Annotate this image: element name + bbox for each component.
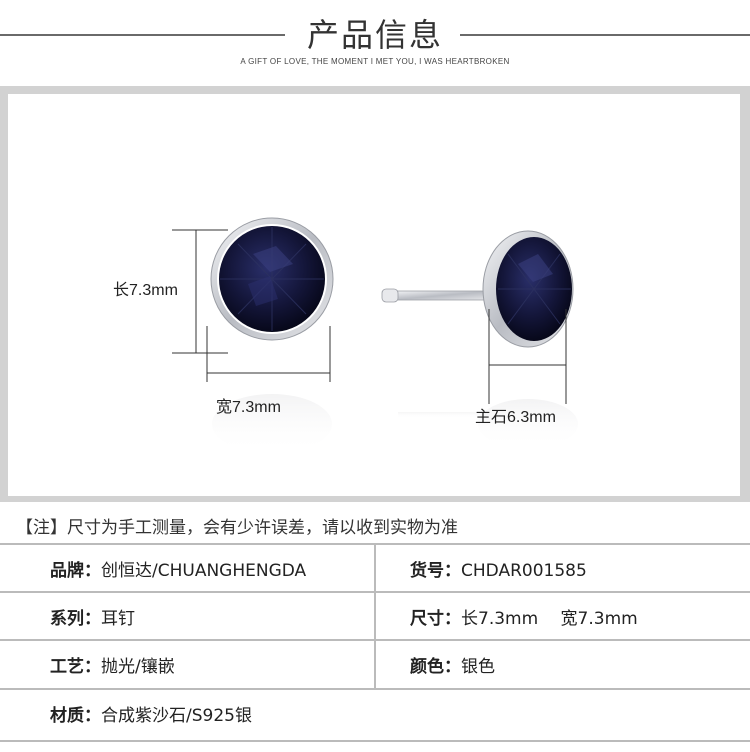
spec-craft-value: 抛光/镶嵌 — [101, 657, 175, 677]
spec-craft-key: 工艺： — [50, 657, 101, 677]
length-dimension-label: 长7.3mm — [113, 282, 178, 299]
stone-dimension-label: 主石6.3mm — [475, 409, 556, 426]
spec-color-value: 银色 — [461, 657, 495, 677]
spec-brand: 品牌：创恒达/CHUANGHENGDA — [50, 556, 306, 581]
spec-bottom-border — [0, 740, 750, 742]
spec-color: 颜色：银色 — [410, 652, 495, 677]
measurement-note: 【注】尺寸为手工测量，会有少许误差，请以收到实物为准 — [16, 518, 458, 538]
spec-material-value: 合成紫沙石/S925银 — [101, 706, 252, 726]
spec-brand-key: 品牌： — [50, 561, 101, 581]
spec-sku: 货号：CHDAR001585 — [410, 556, 587, 581]
spec-size: 尺寸：长7.3mm 宽7.3mm — [410, 604, 638, 629]
header-line-right — [460, 34, 750, 36]
width-dimension-label: 宽7.3mm — [216, 399, 281, 416]
spec-material-key: 材质： — [50, 706, 101, 726]
spec-sku-key: 货号： — [410, 561, 461, 581]
section-header: 产品信息 A GIFT OF LOVE, THE MOMENT I MET YO… — [0, 0, 750, 86]
spec-series-key: 系列： — [50, 609, 101, 629]
spec-size-key: 尺寸： — [410, 609, 461, 629]
section-subtitle: A GIFT OF LOVE, THE MOMENT I MET YOU, I … — [240, 57, 510, 66]
spec-color-key: 颜色： — [410, 657, 461, 677]
spec-craft: 工艺：抛光/镶嵌 — [50, 652, 175, 677]
front-view-earring — [210, 217, 334, 454]
section-title: 产品信息 — [306, 16, 443, 54]
spec-brand-value: 创恒达/CHUANGHENGDA — [101, 561, 307, 581]
spec-material: 材质：合成紫沙石/S925银 — [50, 701, 252, 726]
spec-column-divider — [374, 545, 376, 689]
spec-size-value: 长7.3mm 宽7.3mm — [461, 609, 638, 629]
header-line-left — [0, 34, 285, 36]
spec-series-value: 耳钉 — [101, 609, 135, 629]
spec-row-material: 材质：合成紫沙石/S925银 — [0, 688, 750, 738]
spec-sku-value: CHDAR001585 — [461, 561, 587, 581]
spec-series: 系列：耳钉 — [50, 604, 135, 629]
